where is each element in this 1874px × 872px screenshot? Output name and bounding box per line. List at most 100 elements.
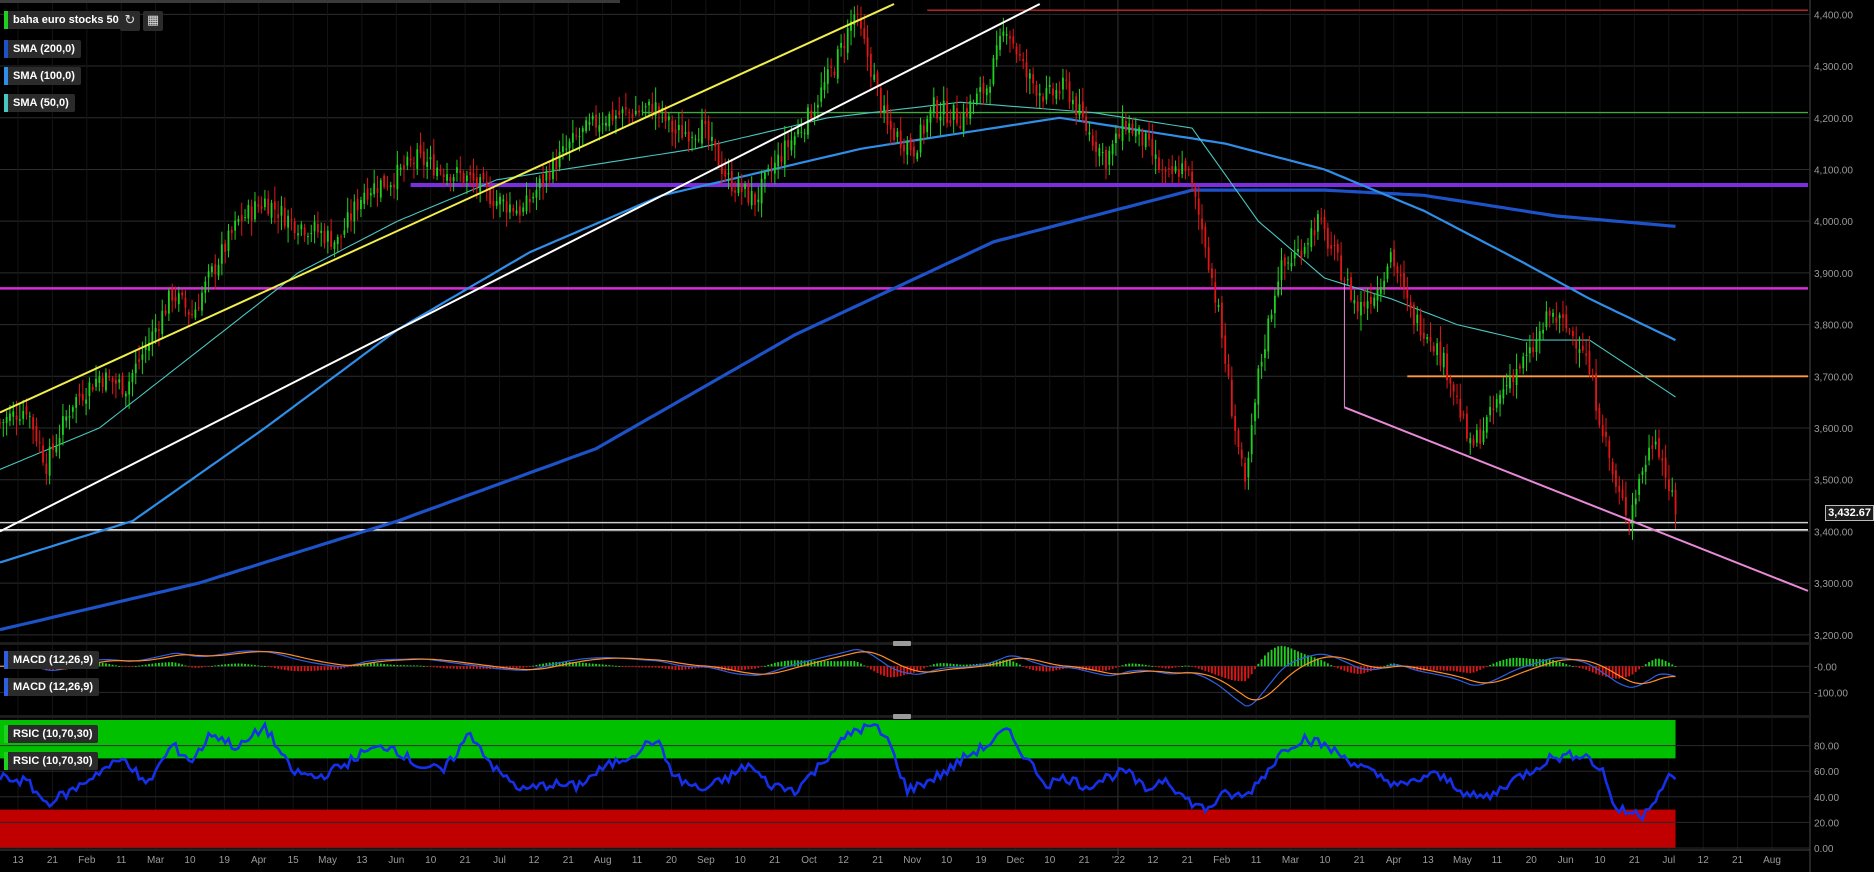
- candle-body: [108, 376, 111, 378]
- candle-body: [711, 136, 713, 141]
- indicator-settings-button[interactable]: ▦: [143, 11, 163, 31]
- sma100-label[interactable]: SMA (100,0): [4, 67, 81, 85]
- candle-body: [585, 120, 588, 132]
- rsi-label-1[interactable]: RSIC (10,70,30): [4, 725, 99, 743]
- candle-body: [1389, 252, 1392, 263]
- candle-body: [916, 152, 919, 160]
- candle-body: [45, 463, 48, 475]
- macd-label-1[interactable]: MACD (12,26,9): [4, 651, 100, 669]
- refresh-button[interactable]: ↻: [120, 11, 140, 31]
- candle-body: [886, 104, 889, 125]
- price-tick-label: 3,300.00: [1814, 579, 1853, 590]
- indicator-settings-icon: ▦: [146, 13, 160, 28]
- macd-histogram-bar: [211, 665, 213, 667]
- macd-histogram-bar: [1214, 666, 1217, 675]
- candle-body: [1015, 46, 1018, 55]
- candle-body: [1134, 130, 1137, 137]
- candle-body: [1184, 160, 1187, 172]
- macd-histogram-bar: [1439, 666, 1442, 671]
- candle-body: [962, 112, 965, 132]
- macd-label-2[interactable]: MACD (12,26,9): [4, 678, 100, 696]
- macd-histogram-bar: [512, 666, 515, 669]
- candle-body: [1449, 378, 1452, 384]
- macd-histogram-bar: [1154, 666, 1157, 668]
- macd-histogram-bar: [379, 663, 382, 667]
- macd-histogram-bar: [1105, 666, 1107, 671]
- candle-body: [220, 244, 223, 264]
- macd-histogram-bar: [1204, 666, 1207, 671]
- macd-histogram-bar: [422, 666, 425, 667]
- candle-body: [1323, 216, 1326, 230]
- candle-body: [926, 118, 929, 133]
- macd-tick-label: -0.00: [1814, 662, 1837, 673]
- macd-histogram-bar: [118, 665, 121, 667]
- macd-histogram-bar: [664, 666, 667, 669]
- macd-histogram-bar: [667, 666, 670, 670]
- macd-histogram-bar: [734, 666, 737, 671]
- candle-body: [187, 312, 190, 315]
- sma200-label[interactable]: SMA (200,0): [4, 40, 81, 58]
- candle-body: [1065, 79, 1068, 81]
- macd-histogram-bar: [230, 663, 233, 667]
- macd-histogram-bar: [237, 663, 240, 667]
- candle-body: [681, 124, 684, 138]
- macd-histogram-bar: [1624, 666, 1627, 678]
- candle-body: [545, 170, 548, 181]
- rsi-label-2[interactable]: RSIC (10,70,30): [4, 752, 99, 770]
- candle-body: [677, 125, 680, 131]
- candle-body: [873, 74, 876, 80]
- candle-body: [638, 110, 641, 113]
- macd-histogram-bar: [942, 663, 945, 667]
- macd-histogram-bar: [1207, 666, 1210, 673]
- macd-histogram-bar: [174, 662, 177, 667]
- candle-body: [1456, 395, 1458, 397]
- candle-body: [1108, 150, 1111, 165]
- candle-body: [479, 177, 482, 192]
- candle-body: [138, 359, 140, 362]
- candle-body: [350, 213, 352, 221]
- macd-histogram-bar: [966, 664, 968, 667]
- candle-body: [525, 195, 528, 212]
- macd-histogram-bar: [396, 665, 399, 667]
- candle-body: [1187, 168, 1190, 171]
- candle-body: [949, 120, 952, 124]
- macd-histogram-bar: [1191, 666, 1193, 668]
- candle-body: [1429, 337, 1432, 342]
- macd-histogram-bar: [1035, 666, 1038, 671]
- macd-histogram-bar: [1247, 666, 1250, 679]
- candle-body: [161, 310, 164, 335]
- macd-histogram-bar: [257, 665, 260, 667]
- macd-histogram-bar: [267, 666, 270, 668]
- candle-body: [1664, 457, 1667, 478]
- macd-histogram-bar: [1469, 666, 1472, 674]
- candle-body: [346, 212, 349, 228]
- candle-body: [1578, 349, 1581, 353]
- macd-histogram-bar: [1240, 666, 1243, 682]
- macd-histogram-bar: [919, 666, 922, 670]
- candle-body: [1310, 228, 1313, 248]
- price-series-label[interactable]: baha euro stocks 50: [4, 11, 125, 29]
- macd-histogram-bar: [1644, 664, 1647, 667]
- candle-body: [1290, 263, 1293, 267]
- candle-body: [1181, 163, 1184, 175]
- candle-body: [538, 178, 541, 189]
- macd-histogram-bar: [121, 666, 124, 668]
- candle-body: [1115, 133, 1117, 144]
- candle-body: [442, 174, 445, 178]
- macd-histogram-bar: [767, 664, 770, 667]
- candle-body: [207, 271, 210, 278]
- rsi-panel: 80.00 60.00 40.00 20.00 0.00: [0, 720, 1839, 855]
- candle-body: [1601, 424, 1604, 437]
- candle-body: [426, 161, 429, 167]
- time-tick-label: 21: [872, 855, 884, 866]
- chart-canvas[interactable]: 4,400.00 4,300.00 4,200.00 4,100.00 4,000.00…: [0, 0, 1874, 872]
- sma50-label[interactable]: SMA (50,0): [4, 94, 75, 112]
- candle-body: [939, 116, 942, 121]
- macd-histogram-bar: [840, 661, 842, 667]
- time-tick-label: 10: [1319, 855, 1331, 866]
- candle-body: [1605, 431, 1607, 437]
- macd-histogram-bar: [1326, 663, 1329, 667]
- macd-histogram-bar: [823, 660, 826, 667]
- price-tick-label: 3,800.00: [1814, 321, 1853, 332]
- candle-body: [65, 416, 68, 421]
